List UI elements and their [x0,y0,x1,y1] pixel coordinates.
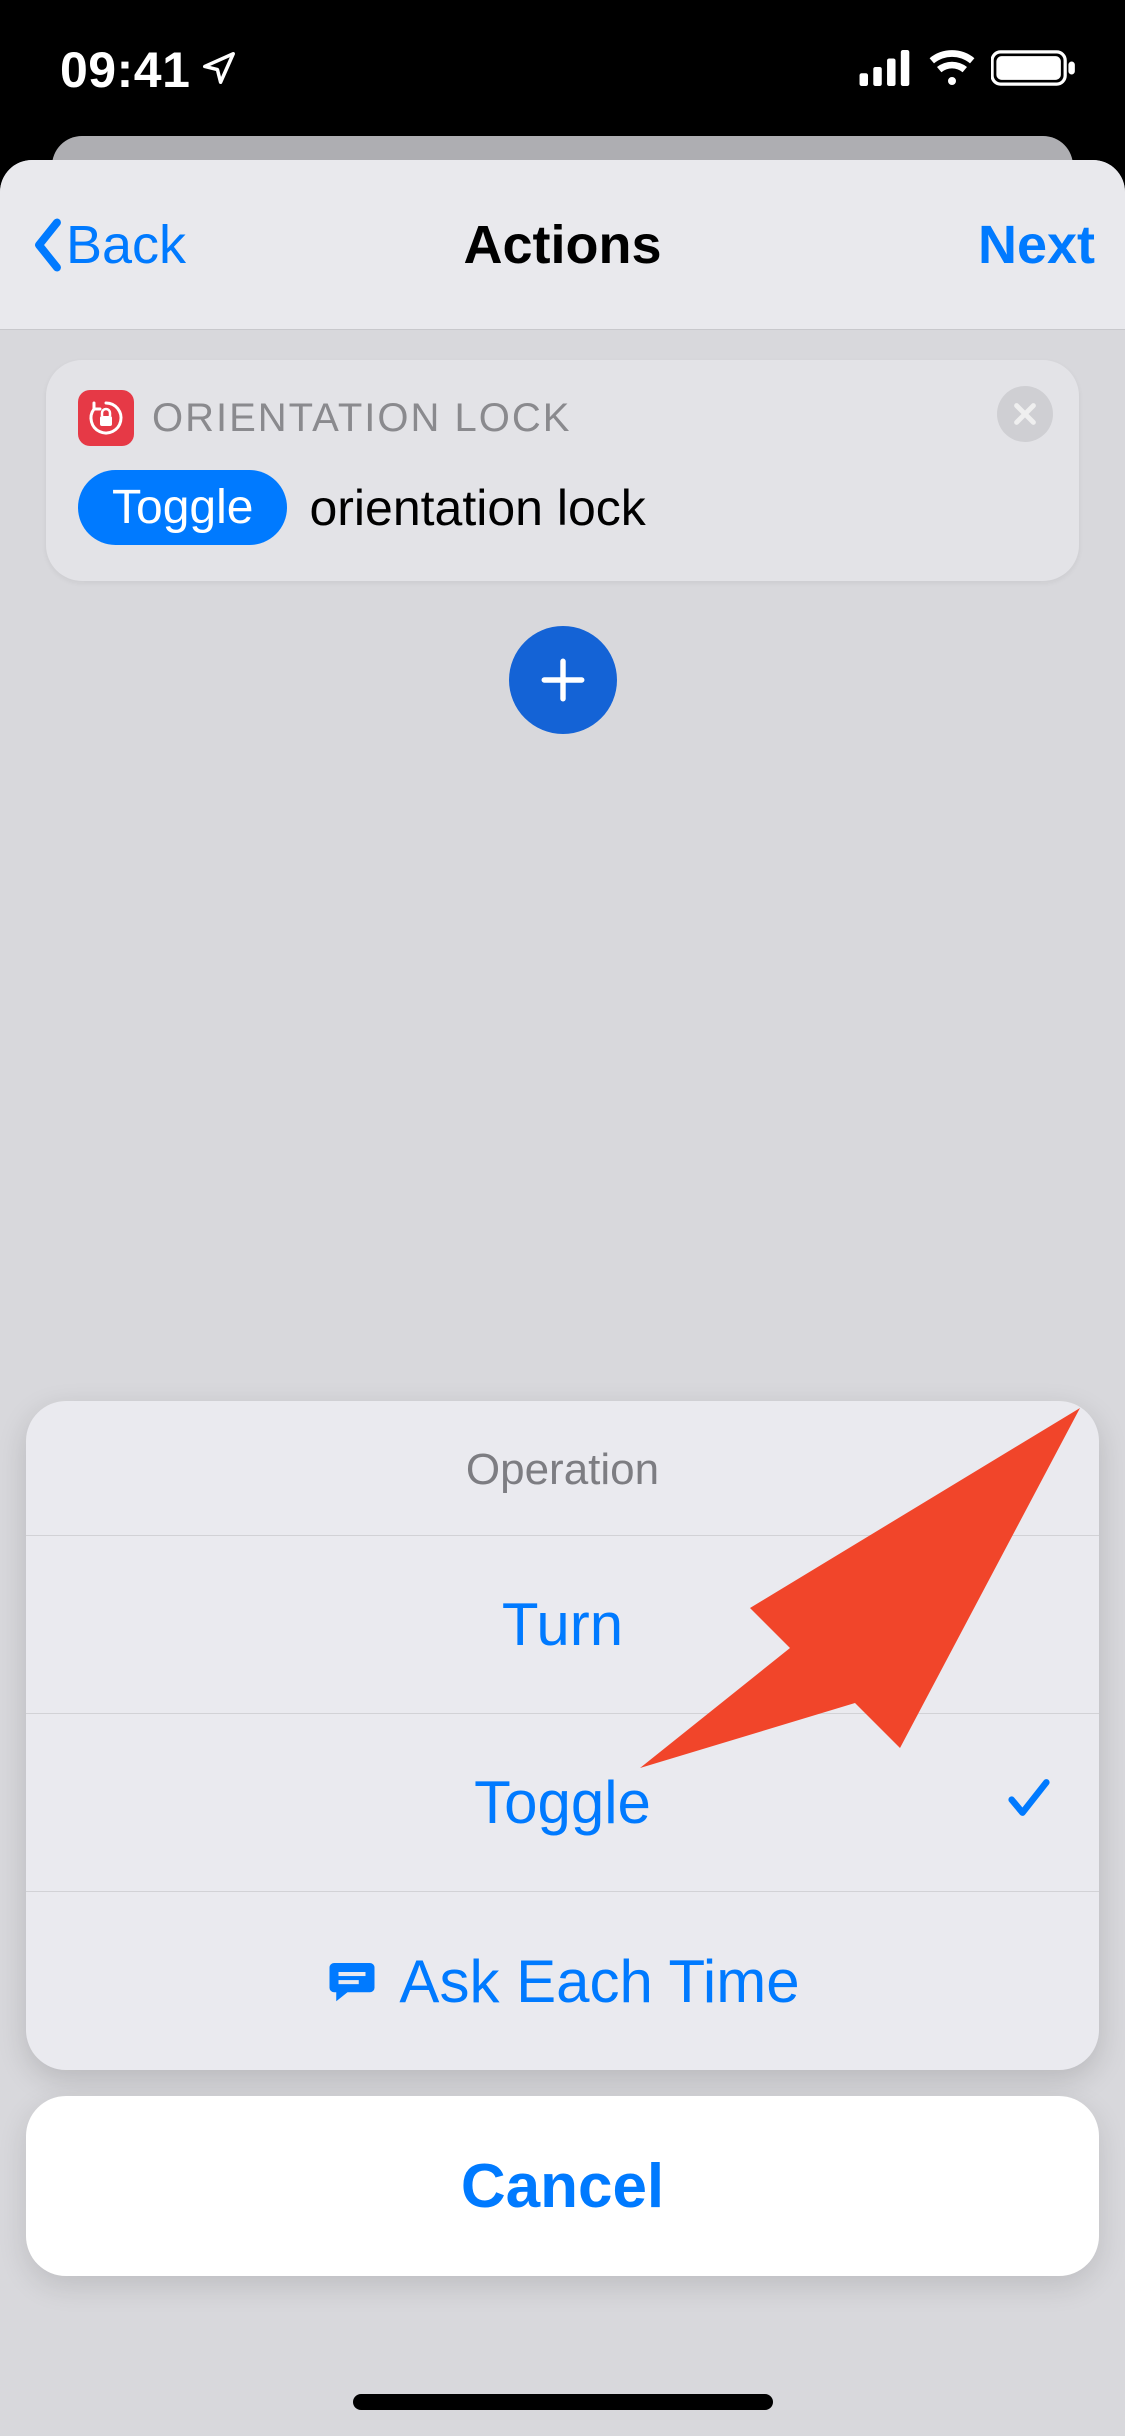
option-ask-each-time[interactable]: Ask Each Time [26,1892,1099,2070]
action-sheet-header: Operation [26,1401,1099,1536]
cancel-button[interactable]: Cancel [26,2096,1099,2276]
status-bar: 09:41 [0,0,1125,140]
location-arrow-icon [200,41,238,99]
status-left: 09:41 [60,41,238,99]
status-right [859,48,1077,93]
chat-bubble-icon [325,1954,379,2008]
option-turn[interactable]: Turn [26,1536,1099,1714]
option-label: Ask Each Time [399,1947,799,2016]
action-sheet: Operation Turn Toggle Ask Each Time Canc… [26,1401,1099,2276]
cellular-signal-icon [859,50,913,91]
battery-icon [991,48,1077,93]
option-toggle[interactable]: Toggle [26,1714,1099,1892]
home-indicator[interactable] [353,2394,773,2410]
wifi-icon [927,48,977,93]
status-time: 09:41 [60,41,190,99]
checkmark-icon [1003,1768,1055,1837]
action-sheet-group: Operation Turn Toggle Ask Each Time [26,1401,1099,2070]
option-label: Toggle [474,1768,651,1837]
option-label: Turn [502,1590,623,1659]
